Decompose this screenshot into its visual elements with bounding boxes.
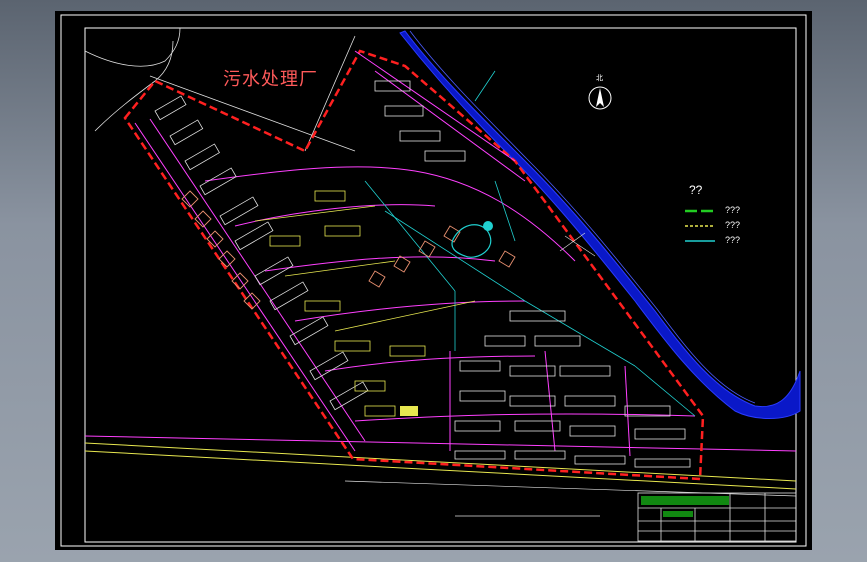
utility-lines — [364, 70, 696, 417]
road-curve-1 — [84, 27, 181, 67]
building-blocks — [154, 80, 691, 468]
outer-frame — [60, 14, 807, 547]
north-label: 北 — [596, 75, 603, 82]
yellow-buildings — [269, 190, 426, 417]
highway-line-3 — [84, 450, 797, 490]
drawing-sheet: 污水处理厂 北 ?? ??? ??? ??? — [55, 11, 812, 550]
road-curve-2 — [94, 40, 174, 132]
plant-label: 污水处理厂 — [223, 69, 318, 90]
pond-marker — [483, 221, 493, 231]
dim-line-3 — [559, 232, 586, 252]
legend-item-label: ??? — [725, 235, 741, 245]
title-block-header-cell — [641, 496, 729, 505]
road-line-4 — [344, 480, 797, 497]
legend-item-label: ??? — [725, 220, 741, 230]
legend-title: ?? — [689, 183, 703, 197]
title-block-cell-green — [663, 511, 693, 517]
facility-block — [400, 406, 418, 416]
site-plan-drawing — [60, 14, 807, 547]
north-arrow — [588, 86, 612, 110]
legend-item-label: ??? — [725, 205, 741, 215]
dim-line — [304, 35, 356, 152]
legend: ?? ??? ??? ??? — [665, 183, 775, 253]
internal-roads — [134, 50, 696, 457]
